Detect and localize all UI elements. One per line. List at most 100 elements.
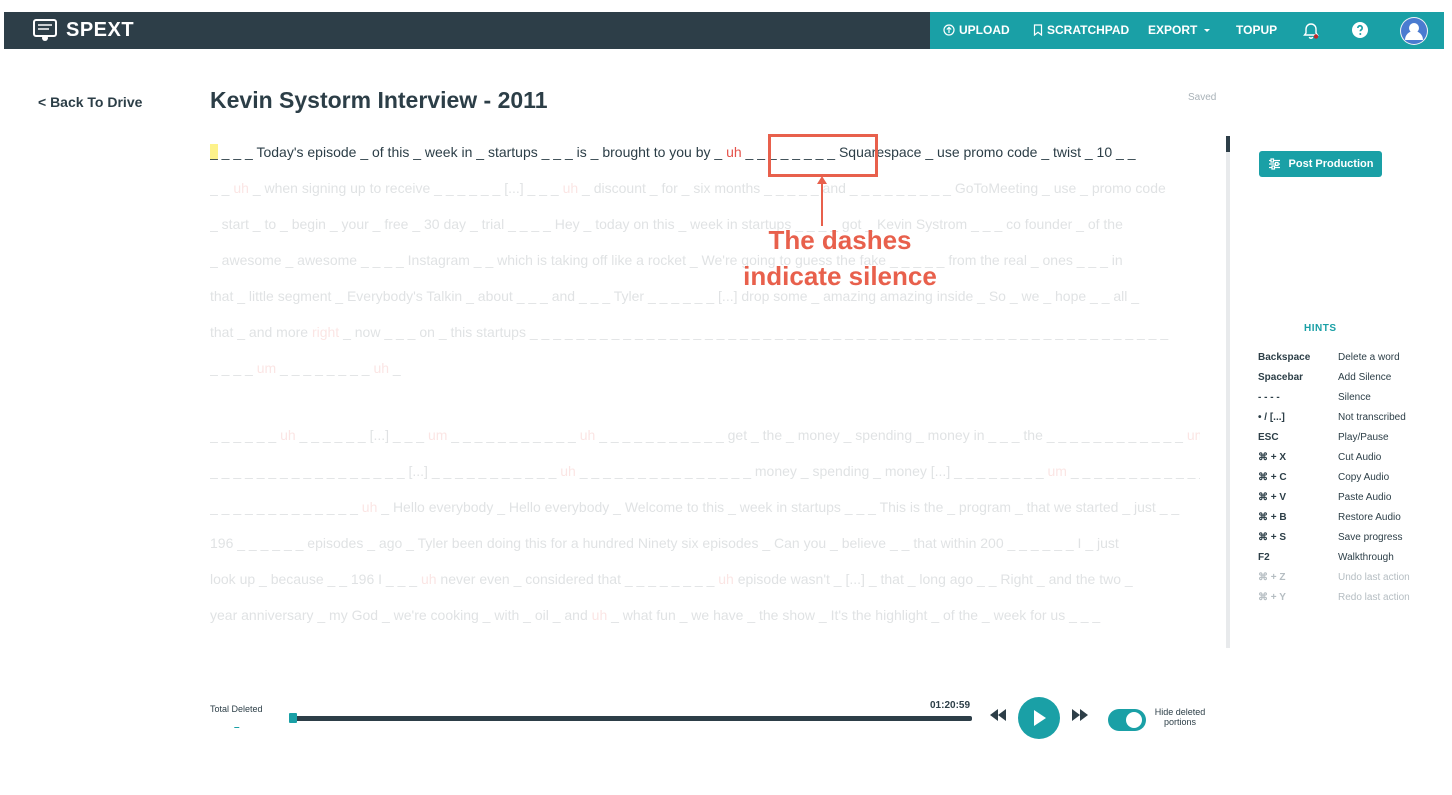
transcript-segment[interactable]: that _ and more xyxy=(210,324,312,340)
transcript-line[interactable]: _ awesome _ awesome _ _ _ _ Instagram _ … xyxy=(210,252,1123,268)
hint-description: Copy Audio xyxy=(1338,472,1390,483)
transcript-line[interactable]: _ _ _ _ um _ _ _ _ _ _ _ _ uh _ xyxy=(210,360,401,376)
topup-button[interactable]: TOPUP xyxy=(1236,23,1277,37)
fast-forward-button[interactable] xyxy=(1070,708,1090,727)
user-avatar-icon xyxy=(1401,18,1427,44)
transcript-line[interactable]: _ _ _ _ _ _ uh _ _ _ _ _ _ [...] _ _ _ u… xyxy=(210,427,1200,443)
transcript-segment[interactable]: look up _ because _ _ 196 I _ _ _ xyxy=(210,571,421,587)
transcript-segment[interactable]: _ _ _ _ _ _ _ _ _ _ _ _ _ _ _ _ _ [...] … xyxy=(210,463,560,479)
filler-word[interactable]: uh xyxy=(560,463,576,479)
transcript-line[interactable]: year anniversary _ my God _ we're cookin… xyxy=(210,607,1100,623)
transcript-line[interactable]: look up _ because _ _ 196 I _ _ _ uh nev… xyxy=(210,571,1133,587)
play-icon xyxy=(1034,710,1046,726)
hint-description: Add Silence xyxy=(1338,372,1392,383)
transcript-segment[interactable]: _ when signing up to receive _ _ _ _ _ _… xyxy=(249,180,563,196)
hint-key: ESC xyxy=(1258,432,1279,443)
transcript-segment[interactable]: _ _ _ _ xyxy=(210,360,257,376)
transcript-segment[interactable]: _ _ _ _ _ _ _ _ _ _ _ _ _ _ _ xyxy=(1067,463,1200,479)
transcript-segment[interactable]: year anniversary _ my God _ we're cookin… xyxy=(210,607,592,623)
filler-word[interactable]: uh xyxy=(280,427,296,443)
transcript-line[interactable]: _ _ _ _ _ _ _ _ _ _ _ _ _ _ _ _ _ [...] … xyxy=(210,463,1200,479)
export-dropdown[interactable]: EXPORT xyxy=(1148,23,1213,37)
filler-word[interactable]: uh xyxy=(362,499,378,515)
transcript-segment[interactable]: _ now _ _ _ on _ this startups _ _ _ _ _… xyxy=(339,324,1168,340)
transcript-segment[interactable]: _ what fun _ we have _ the show _ It's t… xyxy=(607,607,1100,623)
transcript-line[interactable]: _ _ _ _ _ _ _ _ _ _ _ _ _ uh _ Hello eve… xyxy=(210,499,1179,515)
filler-word[interactable]: um xyxy=(1048,463,1067,479)
hint-key: • / [...] xyxy=(1258,412,1285,423)
sliders-icon xyxy=(1268,158,1280,170)
back-to-drive-link[interactable]: < Back To Drive xyxy=(38,94,142,110)
filler-word[interactable]: uh xyxy=(580,427,596,443)
hint-description: Not transcribed xyxy=(1338,412,1406,423)
upload-button[interactable]: UPLOAD xyxy=(943,23,1010,37)
hint-description: Redo last action xyxy=(1338,592,1410,603)
filler-word[interactable]: um xyxy=(428,427,447,443)
bookmark-icon xyxy=(1033,24,1043,36)
transcript-segment[interactable]: _ _ _ _ _ _ _ _ xyxy=(276,360,373,376)
transcript-segment[interactable]: 196 _ _ _ _ _ _ episodes _ ago _ Tyler b… xyxy=(210,535,1119,551)
help-button[interactable] xyxy=(1351,21,1369,39)
playback-progress-bar[interactable] xyxy=(292,716,972,721)
hide-deleted-toggle[interactable] xyxy=(1108,709,1146,731)
notifications-button[interactable] xyxy=(1301,21,1321,41)
transcript-segment[interactable]: _ start _ to _ begin _ your _ free _ 30 … xyxy=(210,216,1123,232)
brand-name: SPEXT xyxy=(66,18,135,41)
transcript-segment[interactable]: _ _ _ _ _ _ _ _ _ _ _ get _ the _ money … xyxy=(595,427,1187,443)
transcript-segment[interactable]: _ _ _ _ _ _ xyxy=(210,427,280,443)
transcript-segment[interactable]: that _ little segment _ Everybody's Talk… xyxy=(210,288,1139,304)
bell-icon xyxy=(1303,23,1319,39)
transcript-line[interactable]: 196 _ _ _ _ _ _ episodes _ ago _ Tyler b… xyxy=(210,535,1119,551)
hint-description: Restore Audio xyxy=(1338,512,1401,523)
transcript-segment[interactable]: _ awesome _ awesome _ _ _ _ Instagram _ … xyxy=(210,252,1123,268)
filler-word[interactable]: uh xyxy=(233,180,249,196)
hint-key: Spacebar xyxy=(1258,372,1304,383)
filler-word[interactable]: uh xyxy=(718,571,734,587)
annotation-line-2: indicate silence xyxy=(743,261,937,291)
filler-word[interactable]: uh xyxy=(373,360,389,376)
transcript-segment[interactable]: _ Hello everybody _ Hello everybody _ We… xyxy=(377,499,1179,515)
transcript-segment[interactable]: episode wasn't _ [...] _ that _ long ago… xyxy=(734,571,1133,587)
filler-word[interactable]: uh xyxy=(726,144,742,160)
filler-word[interactable]: uh xyxy=(592,607,608,623)
upload-label: UPLOAD xyxy=(959,23,1010,37)
transcript-segment[interactable]: _ xyxy=(389,360,401,376)
transcript-segment[interactable]: _ _ _ _ _ _ [...] _ _ _ xyxy=(296,427,428,443)
scratchpad-button[interactable]: SCRATCHPAD xyxy=(1033,23,1129,37)
brand-logo[interactable]: SPEXT xyxy=(32,17,134,43)
transcript-segment[interactable]: _ _ _ _ _ _ _ _ _ _ _ xyxy=(447,427,579,443)
transcript-segment[interactable]: _ _ _ _ _ _ _ _ _ _ _ _ _ _ _ money _ sp… xyxy=(576,463,1048,479)
annotation-line-1: The dashes xyxy=(768,225,912,255)
transcript-line[interactable]: _ _ _ _ Today's episode _ of this _ week… xyxy=(210,144,1135,160)
transcript-segment[interactable]: never even _ considered that _ _ _ _ _ _… xyxy=(437,571,719,587)
hint-key: ⌘ + S xyxy=(1258,532,1287,543)
play-button[interactable] xyxy=(1018,697,1060,739)
hint-key: ⌘ + X xyxy=(1258,452,1287,463)
scrollbar-thumb[interactable] xyxy=(1226,136,1230,152)
hint-key: ⌘ + V xyxy=(1258,492,1287,503)
filler-word[interactable]: uh xyxy=(563,180,579,196)
transcript-line[interactable]: _ _ uh _ when signing up to receive _ _ … xyxy=(210,180,1166,196)
filler-word[interactable]: right xyxy=(312,324,339,340)
playback-scrubber[interactable] xyxy=(289,713,297,723)
post-production-button[interactable]: Post Production xyxy=(1259,151,1382,177)
filler-word[interactable]: um xyxy=(1187,427,1200,443)
transcript-segment[interactable]: _ _ xyxy=(210,180,233,196)
transcript-line[interactable]: that _ and more right _ now _ _ _ on _ t… xyxy=(210,324,1168,340)
transcript-line[interactable]: that _ little segment _ Everybody's Talk… xyxy=(210,288,1139,304)
filler-word[interactable]: uh xyxy=(421,571,437,587)
rewind-button[interactable] xyxy=(988,708,1008,727)
filler-word[interactable]: um xyxy=(257,360,276,376)
annotation-highlight-box xyxy=(768,134,878,177)
hints-title: HINTS xyxy=(1304,323,1337,334)
transcript-segment[interactable]: _ discount _ for _ six months _ _ _ _ _ … xyxy=(578,180,1166,196)
transcript-line[interactable]: _ start _ to _ begin _ your _ free _ 30 … xyxy=(210,216,1123,232)
avatar[interactable] xyxy=(1400,17,1428,45)
help-icon xyxy=(1352,22,1368,38)
hint-key: F2 xyxy=(1258,552,1270,563)
transcript-segment[interactable]: _ _ _ _ _ _ _ _ _ _ _ _ _ xyxy=(210,499,362,515)
transcript-editor[interactable]: _ _ _ _ Today's episode _ of this _ week… xyxy=(210,136,1200,648)
transcript-segment[interactable]: _ _ _ Today's episode _ of this _ week i… xyxy=(218,144,726,160)
transcript-scrollbar[interactable] xyxy=(1226,136,1230,648)
hint-description: Undo last action xyxy=(1338,572,1410,583)
